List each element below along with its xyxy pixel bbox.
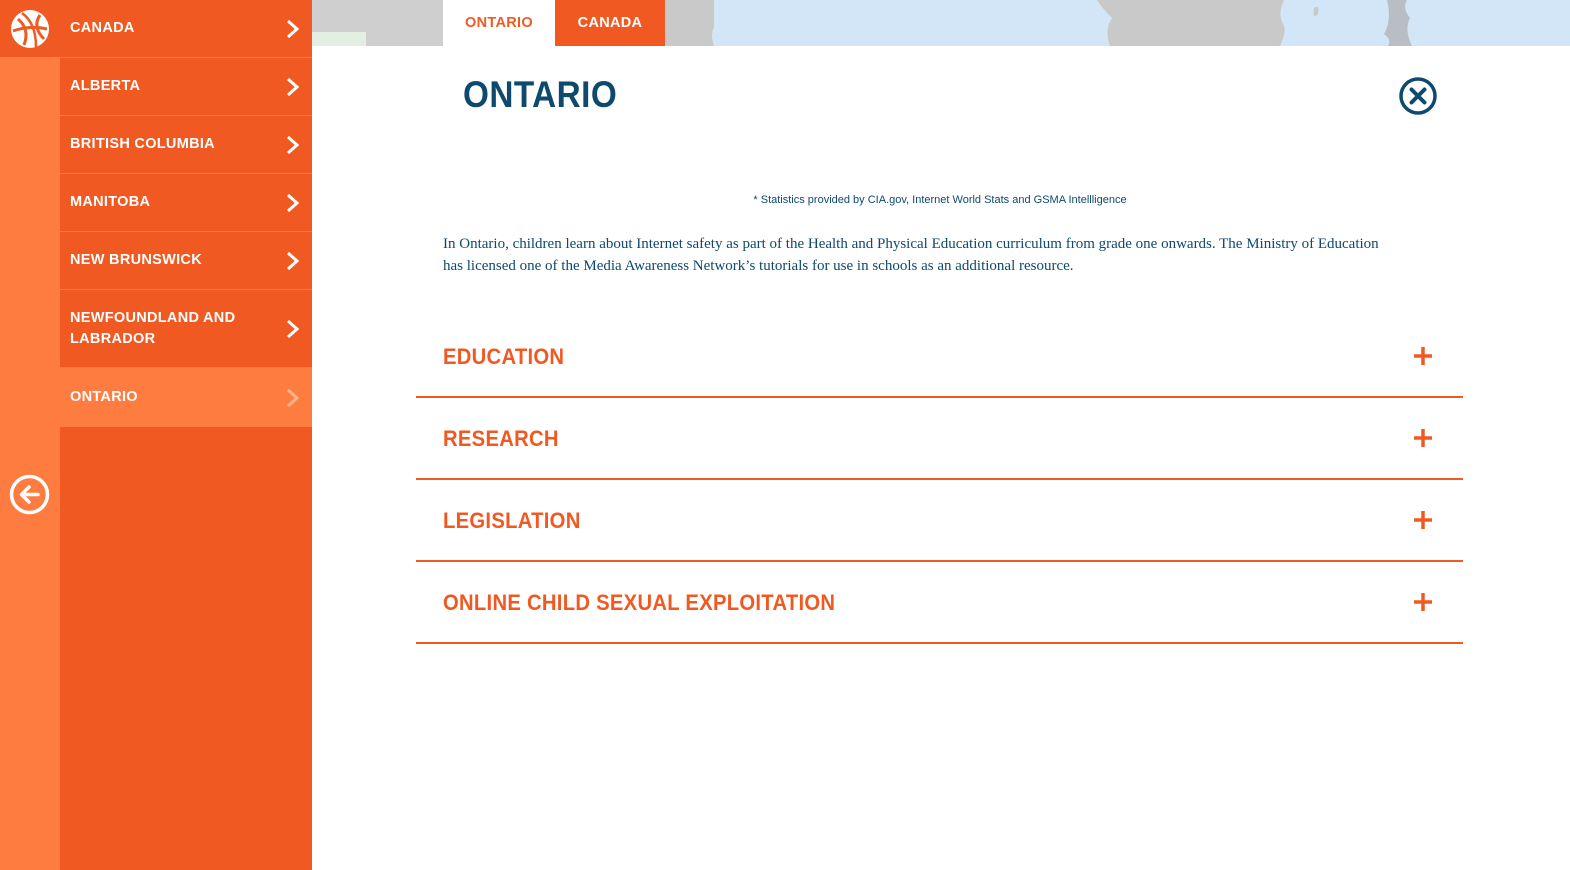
intro-paragraph: In Ontario, children learn about Interne… — [443, 236, 1379, 274]
close-button[interactable] — [1398, 76, 1438, 116]
chevron-right-icon — [287, 19, 300, 38]
chevron-right-icon — [287, 135, 300, 154]
tab-label: ONTARIO — [465, 15, 533, 31]
page-title: ONTARIO — [463, 74, 618, 115]
plus-icon[interactable] — [1413, 510, 1433, 530]
section-label: LEGISLATION — [443, 508, 581, 533]
chevron-right-icon — [287, 388, 300, 407]
section-label: EDUCATION — [443, 344, 565, 369]
sidebar-item-newfoundland-and-labrador[interactable]: NEWFOUNDLAND AND LABRADOR — [60, 290, 312, 368]
sidebar-item-british-columbia[interactable]: BRITISH COLUMBIA — [60, 116, 312, 174]
section-accordion: EDUCATION RESEARCH LEGISLATION ONLINE CH… — [416, 316, 1463, 644]
sidebar-item-canada[interactable]: CANADA — [60, 0, 312, 58]
chevron-right-icon — [287, 193, 300, 212]
statistics-source-note: * Statistics provided by CIA.gov, Intern… — [753, 194, 1127, 206]
chevron-right-icon — [287, 251, 300, 270]
chevron-right-icon — [287, 77, 300, 96]
section-research[interactable]: RESEARCH — [416, 398, 1463, 480]
back-button[interactable] — [9, 474, 50, 515]
sidebar-item-manitoba[interactable]: MANITOBA — [60, 174, 312, 232]
chevron-right-icon — [287, 319, 300, 338]
sidebar-item-label: MANITOBA — [70, 194, 151, 210]
sidebar-item-ontario[interactable]: ONTARIO — [60, 368, 312, 427]
close-icon — [1399, 77, 1437, 115]
sidebar-item-label: ALBERTA — [70, 78, 141, 94]
arrow-left-circle-icon — [9, 474, 50, 515]
plus-icon[interactable] — [1413, 428, 1433, 448]
sidebar-item-label: ONTARIO — [70, 389, 138, 405]
sidebar-item-new-brunswick[interactable]: NEW BRUNSWICK — [60, 232, 312, 290]
sidebar-item-label: NEW BRUNSWICK — [70, 252, 202, 268]
province-menu: CANADA ALBERTA BRITISH COLUMBIA MANITOBA… — [60, 0, 312, 870]
logo[interactable] — [0, 0, 60, 57]
sidebar-item-label: BRITISH COLUMBIA — [70, 136, 215, 152]
section-label: RESEARCH — [443, 426, 559, 451]
sidebar-item-alberta[interactable]: ALBERTA — [60, 58, 312, 116]
sidebar-item-label: NEWFOUNDLAND AND LABRADOR — [70, 309, 236, 347]
sidebar-item-label: CANADA — [70, 20, 135, 36]
plus-icon[interactable] — [1413, 346, 1433, 366]
left-rail — [0, 0, 60, 870]
plus-icon[interactable] — [1413, 592, 1433, 612]
section-online-child-sexual-exploitation[interactable]: ONLINE CHILD SEXUAL EXPLOITATION — [416, 562, 1463, 644]
tab-ontario[interactable]: ONTARIO — [443, 0, 555, 46]
tab-canada[interactable]: CANADA — [555, 0, 665, 46]
section-legislation[interactable]: LEGISLATION — [416, 480, 1463, 562]
tab-label: CANADA — [577, 15, 643, 31]
section-label: ONLINE CHILD SEXUAL EXPLOITATION — [443, 590, 836, 615]
section-education[interactable]: EDUCATION — [416, 316, 1463, 398]
globe-logo-icon — [11, 9, 49, 48]
